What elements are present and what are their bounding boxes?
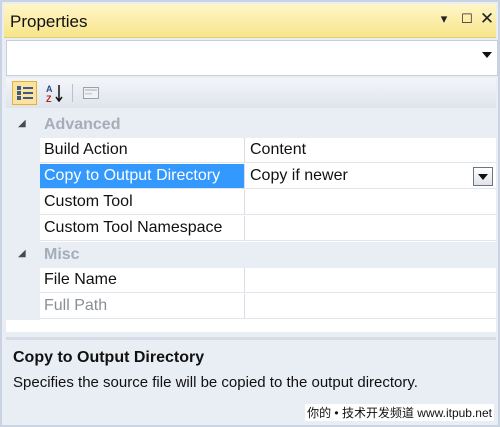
dropdown-arrow-icon[interactable] <box>482 52 492 58</box>
description-text: Specifies the source file will be copied… <box>13 374 418 391</box>
row-gutter <box>6 216 40 242</box>
property-name[interactable]: Custom Tool <box>40 190 245 215</box>
property-value[interactable]: Content <box>245 138 496 163</box>
collapse-icon[interactable]: ◢ <box>18 248 26 259</box>
row-gutter <box>6 164 40 190</box>
property-row-custom-tool-namespace[interactable]: Custom Tool Namespace <box>6 216 496 242</box>
row-gutter <box>6 268 40 294</box>
alphabetical-button[interactable]: A Z <box>42 81 67 105</box>
window-position-icon[interactable]: ▾ <box>436 10 452 28</box>
combo-value: Copy if newer <box>250 167 348 184</box>
category-advanced[interactable]: ◢ Advanced <box>6 112 496 138</box>
categorized-button[interactable] <box>12 81 37 105</box>
property-row-build-action[interactable]: Build Action Content <box>6 138 496 164</box>
category-label: Misc <box>44 246 80 263</box>
toolbar-separator <box>72 84 73 102</box>
object-selector-dropdown[interactable] <box>6 40 498 76</box>
property-value-combo[interactable]: Copy if newer <box>245 164 496 189</box>
property-value[interactable] <box>245 294 496 319</box>
categorized-icon <box>16 86 33 100</box>
property-grid: ◢ Advanced Build Action Content Copy to … <box>6 112 496 332</box>
row-gutter <box>6 190 40 216</box>
category-label: Advanced <box>44 116 121 133</box>
close-icon[interactable]: ✕ <box>479 9 495 28</box>
property-value[interactable] <box>245 216 496 241</box>
property-value[interactable] <box>245 190 496 215</box>
row-gutter <box>6 294 40 320</box>
property-name[interactable]: Custom Tool Namespace <box>40 216 245 241</box>
svg-text:A: A <box>46 84 53 94</box>
description-panel: Copy to Output Directory Specifies the s… <box>6 342 496 402</box>
description-title: Copy to Output Directory <box>13 349 205 366</box>
row-gutter <box>6 138 40 164</box>
chevron-down-icon <box>478 173 488 180</box>
properties-toolbar: A Z <box>6 78 496 108</box>
alphabetical-icon: A Z <box>46 84 63 103</box>
property-row-file-name[interactable]: File Name <box>6 268 496 294</box>
property-pages-button[interactable] <box>78 81 103 105</box>
category-misc[interactable]: ◢ Misc <box>6 242 496 268</box>
svg-text:Z: Z <box>46 94 52 103</box>
property-name[interactable]: Full Path <box>40 294 245 319</box>
property-row-custom-tool[interactable]: Custom Tool <box>6 190 496 216</box>
properties-window: Properties ▾ ☐ ✕ A Z ◢ Advanced Build Ac… <box>0 0 500 427</box>
property-pages-icon <box>82 87 99 99</box>
property-name[interactable]: File Name <box>40 268 245 293</box>
title-bar[interactable]: Properties ▾ ☐ ✕ <box>4 4 496 38</box>
watermark: 你的 • 技术开发频道 www.itpub.net <box>305 404 494 421</box>
property-name[interactable]: Build Action <box>40 138 245 163</box>
maximize-icon[interactable]: ☐ <box>459 10 475 28</box>
collapse-icon[interactable]: ◢ <box>18 118 26 129</box>
property-value[interactable] <box>245 268 496 293</box>
property-row-full-path[interactable]: Full Path <box>6 294 496 320</box>
combo-dropdown-button[interactable] <box>473 167 493 186</box>
property-name[interactable]: Copy to Output Directory <box>40 164 245 189</box>
property-row-copy-to-output[interactable]: Copy to Output Directory Copy if newer <box>6 164 496 190</box>
window-title: Properties <box>10 12 88 31</box>
description-splitter[interactable] <box>6 337 496 340</box>
